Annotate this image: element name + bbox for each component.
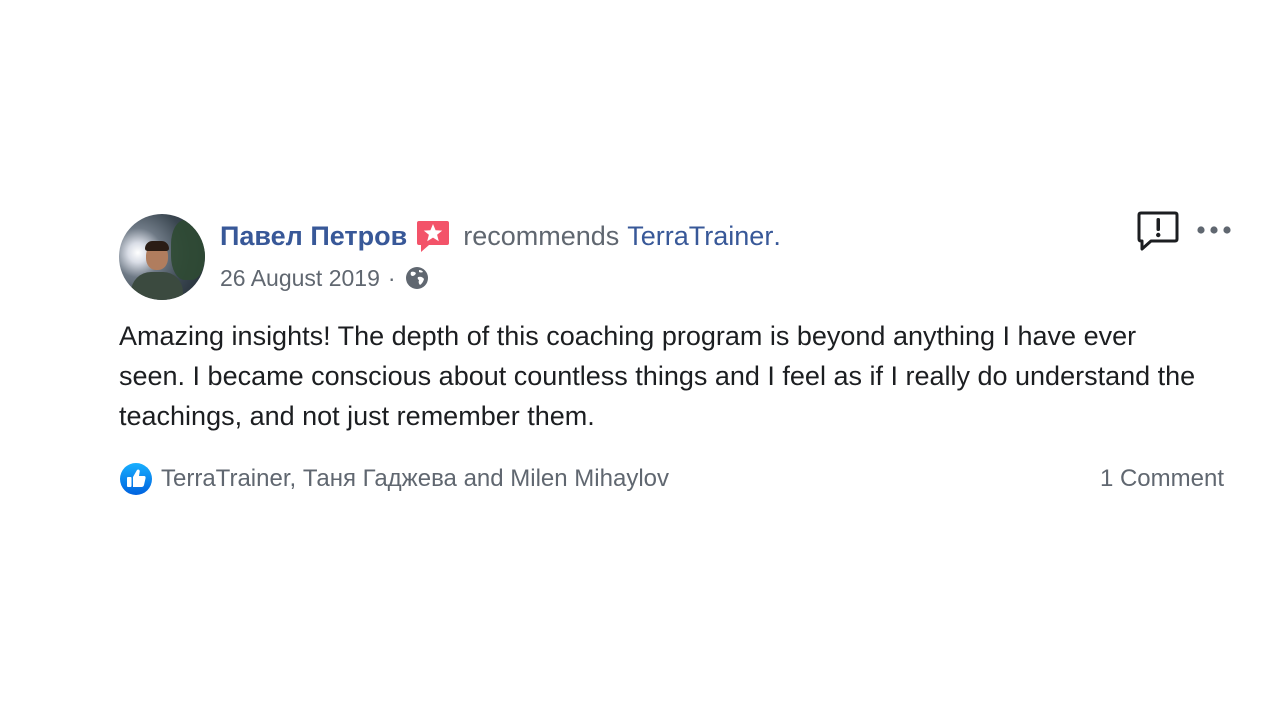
page-link[interactable]: TerraTrainer — [627, 221, 773, 252]
comments-count[interactable]: 1 Comment — [1100, 460, 1224, 498]
recommends-text: recommends — [463, 220, 620, 251]
reactors-list: TerraTrainer, Таня Гаджева and Milen Mih… — [161, 465, 669, 492]
post-date[interactable]: 26 August 2019 — [220, 265, 380, 292]
report-icon[interactable] — [1136, 210, 1180, 252]
globe-icon[interactable] — [404, 265, 430, 291]
recommendation-star-icon — [415, 218, 451, 254]
like-icon — [119, 462, 153, 496]
author-avatar[interactable] — [119, 214, 205, 300]
header-period: . — [773, 220, 781, 251]
post-header: Павел Петров recommends TerraTrainer. — [220, 218, 781, 254]
reactions-summary[interactable]: TerraTrainer, Таня Гаджева and Milen Mih… — [119, 460, 669, 498]
post-meta: 26 August 2019 · — [220, 262, 430, 294]
post-body: Amazing insights! The depth of this coac… — [119, 321, 1196, 431]
author-name[interactable]: Павел Петров — [220, 221, 407, 252]
meta-separator: · — [387, 264, 396, 291]
recommendation-post: Павел Петров recommends TerraTrainer. 26… — [0, 0, 1280, 720]
more-options-icon[interactable] — [1196, 220, 1232, 240]
